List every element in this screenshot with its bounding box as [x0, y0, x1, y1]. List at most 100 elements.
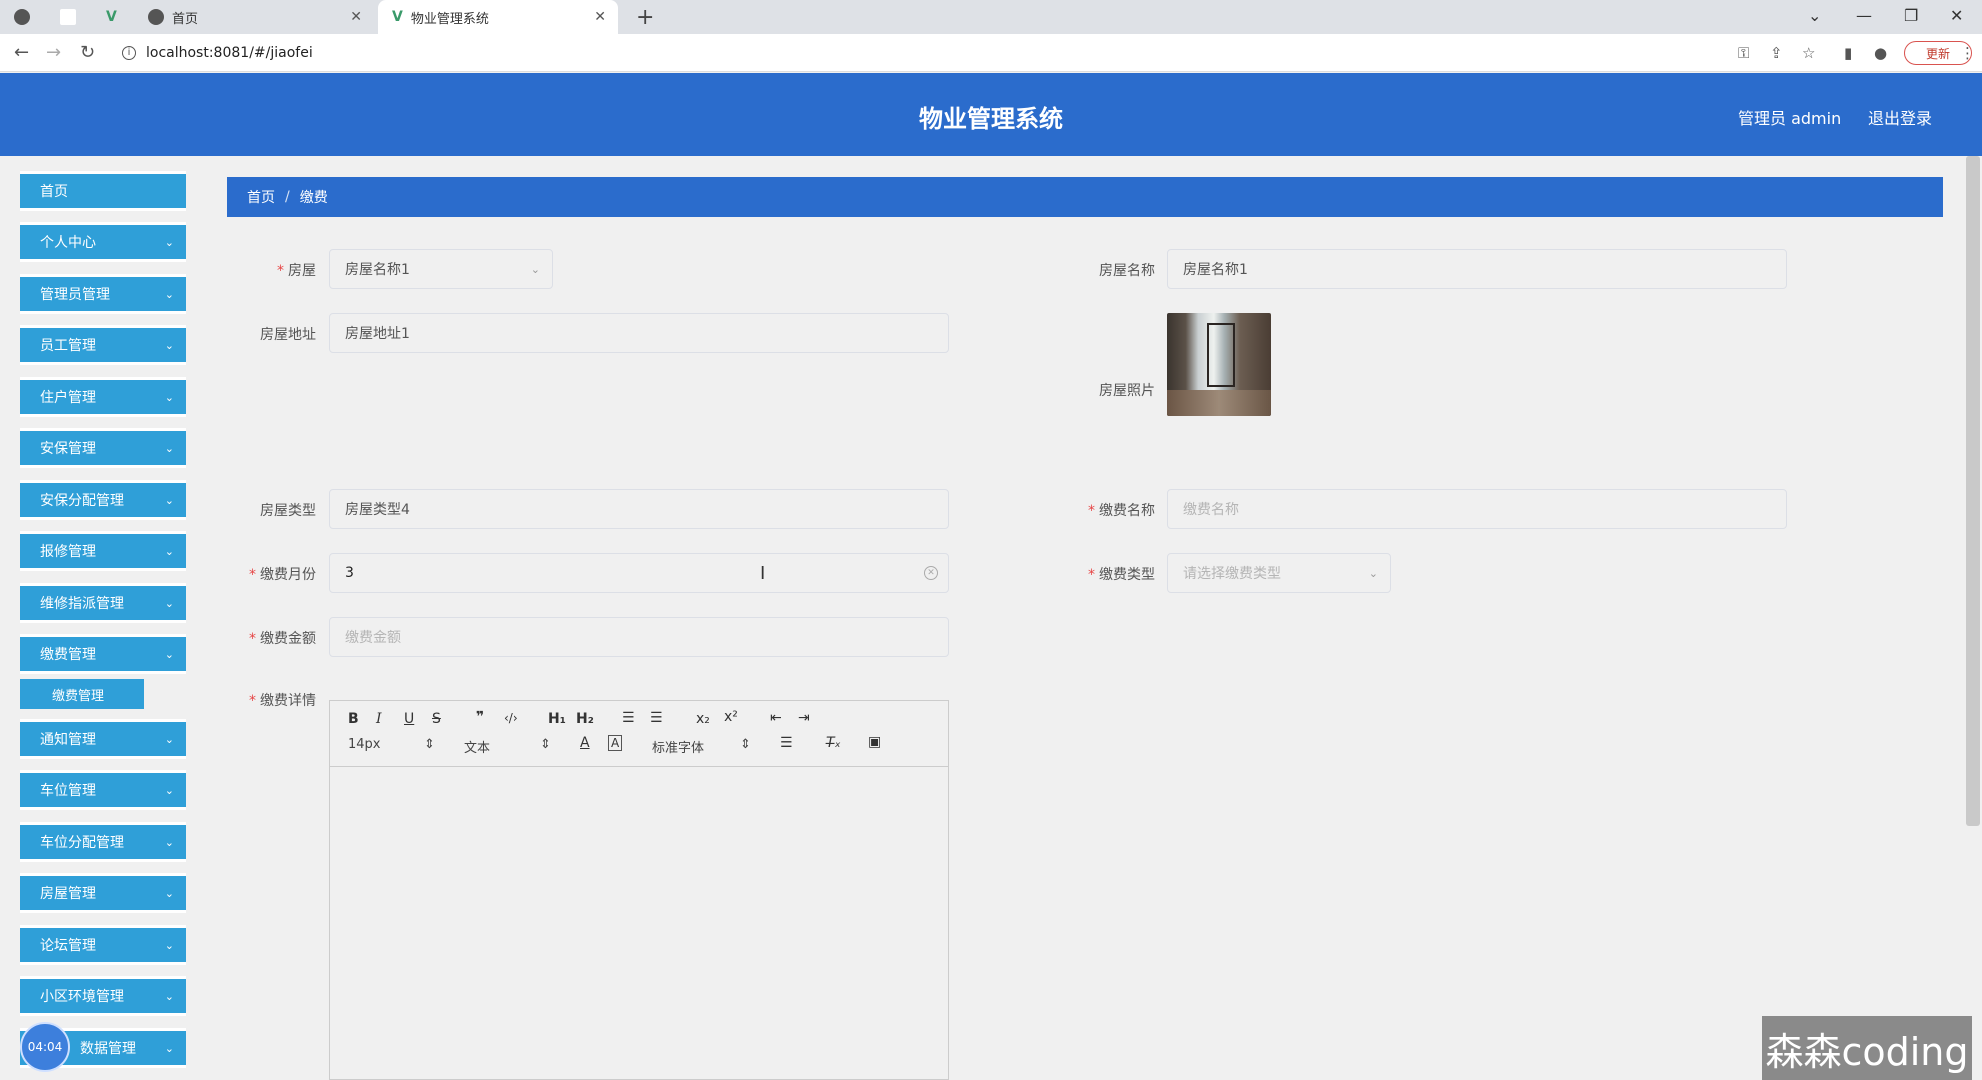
indent-icon[interactable]: ⇥: [798, 710, 810, 726]
browser-tabstrip: V 首页 ✕ V 物业管理系统 ✕ + ⌄ — ❐ ✕: [0, 0, 1982, 34]
globe-icon: [148, 9, 164, 25]
fee-type-select[interactable]: 请选择缴费类型 ⌄: [1167, 553, 1391, 593]
sidebar-item-forum[interactable]: 论坛管理 ⌄: [20, 925, 186, 965]
chevron-down-icon: ⌄: [1368, 566, 1378, 580]
reload-icon[interactable]: ↻: [80, 42, 95, 63]
sidebar-item-house[interactable]: 房屋管理 ⌄: [20, 873, 186, 913]
house-select[interactable]: 房屋名称1 ⌄: [329, 249, 553, 289]
breadcrumb-home[interactable]: 首页: [247, 187, 275, 207]
house-name-field[interactable]: 房屋名称1: [1167, 249, 1787, 289]
page-scrollbar[interactable]: [1966, 156, 1980, 826]
sidebar-item-staff[interactable]: 员工管理 ⌄: [20, 325, 186, 365]
sidebar-item-payment[interactable]: 缴费管理 ⌄: [20, 634, 186, 674]
bullet-list-icon[interactable]: ☰: [650, 710, 663, 726]
heading-2-icon[interactable]: H₂: [576, 711, 594, 727]
sidepanel-icon[interactable]: ▮: [1844, 44, 1852, 62]
tab-pinned-2[interactable]: [46, 0, 90, 34]
tab-pinned-1[interactable]: [0, 0, 44, 34]
chevron-down-icon: ⌄: [164, 493, 174, 507]
tab-title: 物业管理系统: [410, 11, 489, 27]
sidebar-item-parking-assign[interactable]: 车位分配管理 ⌄: [20, 822, 186, 862]
required-mark: *: [249, 693, 256, 709]
tab-home[interactable]: 首页 ✕: [134, 0, 374, 34]
superscript-icon[interactable]: x²: [724, 709, 738, 725]
sidebar-item-label: 车位分配管理: [40, 835, 124, 851]
menu-icon[interactable]: ⋮: [1960, 44, 1975, 62]
sidebar-item-home[interactable]: 首页: [20, 171, 186, 211]
background-color-icon[interactable]: A: [608, 735, 623, 751]
font-family-select[interactable]: 标准字体: [652, 737, 704, 756]
required-mark: *: [277, 263, 284, 279]
new-tab-button[interactable]: +: [636, 5, 654, 30]
clear-icon[interactable]: ✕: [924, 566, 938, 580]
sidebar-item-residents[interactable]: 住户管理 ⌄: [20, 377, 186, 417]
blockquote-icon[interactable]: ❞: [476, 709, 484, 725]
logout-link[interactable]: 退出登录: [1868, 105, 1932, 129]
close-icon[interactable]: ✕: [594, 9, 606, 25]
sidebar-item-admin[interactable]: 管理员管理 ⌄: [20, 274, 186, 314]
close-window-button[interactable]: ✕: [1950, 6, 1963, 25]
site-info-icon[interactable]: i: [122, 46, 136, 60]
sidebar-item-label: 车位管理: [40, 783, 96, 799]
sidebar-item-environment[interactable]: 小区环境管理 ⌄: [20, 976, 186, 1016]
house-photo[interactable]: [1167, 313, 1271, 416]
subscript-icon[interactable]: x₂: [696, 711, 710, 727]
tab-pinned-3[interactable]: V: [92, 0, 132, 34]
sidebar-item-label: 房屋管理: [40, 886, 96, 902]
house-type-field[interactable]: 房屋类型4: [329, 489, 949, 529]
ordered-list-icon[interactable]: ☰: [622, 710, 635, 726]
sidebar-item-label: 安保管理: [40, 441, 96, 457]
close-icon[interactable]: ✕: [350, 9, 362, 25]
block-type-select[interactable]: 文本: [464, 737, 490, 756]
address-bar[interactable]: i localhost:8081/#/jiaofei: [112, 39, 1712, 67]
strikethrough-icon[interactable]: S: [432, 711, 441, 727]
fee-name-input[interactable]: 缴费名称: [1167, 489, 1787, 529]
share-icon[interactable]: ⇪: [1770, 44, 1783, 62]
fee-type-label: * 缴费类型: [1035, 564, 1155, 584]
image-icon[interactable]: ▣: [868, 734, 881, 750]
sidebar-item-repair[interactable]: 报修管理 ⌄: [20, 531, 186, 571]
tab-search-icon[interactable]: ⌄: [1808, 6, 1821, 25]
sidebar-item-parking[interactable]: 车位管理 ⌄: [20, 770, 186, 810]
outdent-icon[interactable]: ⇤: [770, 710, 782, 726]
sidebar-item-security[interactable]: 安保管理 ⌄: [20, 428, 186, 468]
app-title: 物业管理系统: [919, 105, 1063, 133]
profile-icon[interactable]: ●: [1874, 44, 1887, 62]
chevron-down-icon: ⌄: [164, 783, 174, 797]
updown-icon: ⇕: [740, 737, 751, 752]
key-icon[interactable]: ⚿: [1738, 44, 1749, 62]
heading-1-icon[interactable]: H₁: [548, 711, 566, 727]
sidebar-item-security-assign[interactable]: 安保分配管理 ⌄: [20, 480, 186, 520]
underline-icon[interactable]: U: [404, 711, 414, 727]
restore-button[interactable]: ❐: [1904, 6, 1918, 25]
update-label: 更新: [1925, 46, 1950, 61]
clear-format-icon[interactable]: T̶ₓ: [826, 735, 841, 751]
house-name-value: 房屋名称1: [1183, 262, 1248, 278]
label-text: 缴费月份: [260, 567, 316, 583]
italic-icon[interactable]: I: [376, 711, 382, 727]
house-address-field[interactable]: 房屋地址1: [329, 313, 949, 353]
tab-property-system[interactable]: V 物业管理系统 ✕: [378, 0, 618, 34]
required-mark: *: [249, 567, 256, 583]
sidebar-subitem-payment[interactable]: 缴费管理: [20, 679, 144, 709]
sidebar-item-label: 小区环境管理: [40, 989, 124, 1005]
fee-amount-input[interactable]: 缴费金额: [329, 617, 949, 657]
back-icon[interactable]: ←: [14, 42, 29, 63]
sidebar-item-profile[interactable]: 个人中心 ⌄: [20, 222, 186, 262]
align-icon[interactable]: ☰: [780, 735, 793, 751]
sidebar-item-repair-assign[interactable]: 维修指派管理 ⌄: [20, 583, 186, 623]
code-icon[interactable]: ‹/›: [504, 711, 518, 725]
minimize-button[interactable]: —: [1856, 6, 1872, 25]
updown-icon: ⇕: [424, 737, 435, 752]
chevron-down-icon: ⌄: [530, 262, 540, 276]
font-color-icon[interactable]: A: [580, 735, 590, 751]
fee-detail-editor[interactable]: B I U S ❞ ‹/› H₁ H₂ ☰ ☰ x₂ x² ⇤ ⇥ 14px ⇕…: [329, 700, 949, 1080]
bold-icon[interactable]: B: [348, 711, 359, 727]
bookmark-star-icon[interactable]: ☆: [1802, 44, 1815, 62]
font-size-select[interactable]: 14px: [348, 737, 381, 752]
chevron-down-icon: ⌄: [164, 235, 174, 249]
fee-month-input[interactable]: 3 I ✕: [329, 553, 949, 593]
text-cursor-icon: I: [760, 562, 766, 584]
sidebar-item-notice[interactable]: 通知管理 ⌄: [20, 719, 186, 759]
forward-icon[interactable]: →: [46, 42, 61, 63]
